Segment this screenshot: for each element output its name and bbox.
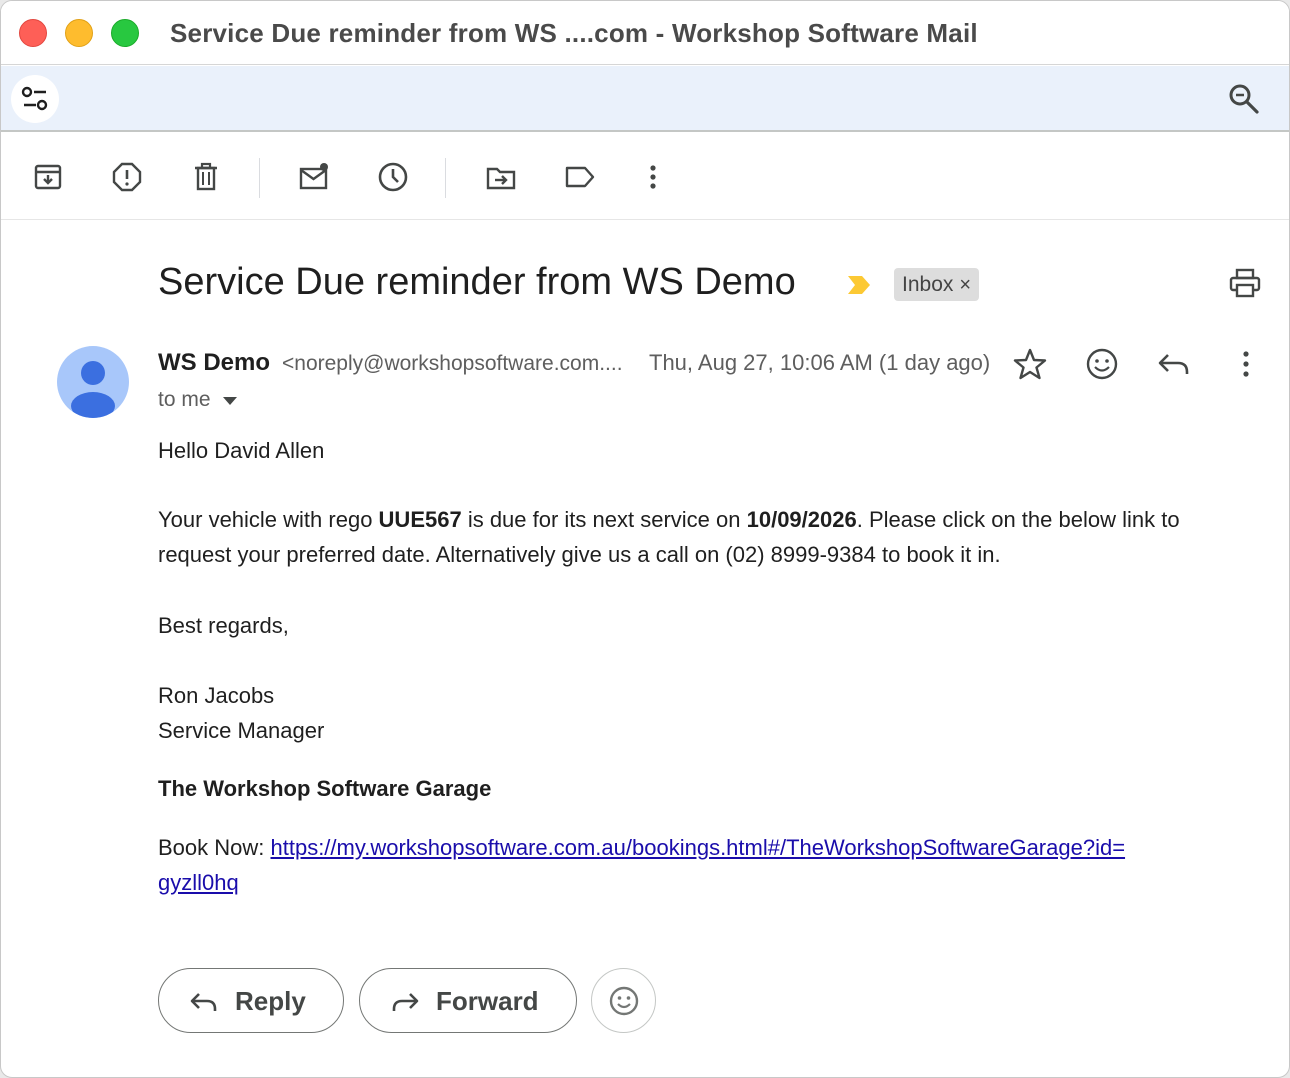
service-due-date: 10/09/2026 bbox=[746, 507, 857, 532]
reply-icon bbox=[1158, 354, 1189, 374]
signer-name: Ron Jacobs bbox=[158, 683, 275, 708]
person-icon bbox=[71, 361, 115, 418]
booking-line: Book Now: https://my.workshopsoftware.co… bbox=[158, 830, 1125, 865]
label-icon bbox=[565, 166, 595, 188]
zoom-window-button[interactable] bbox=[111, 19, 139, 47]
archive-button[interactable] bbox=[32, 161, 64, 193]
booking-label: Book Now: bbox=[158, 835, 271, 860]
title-bar: Service Due reminder from WS ....com - W… bbox=[1, 1, 1289, 65]
message-date: Thu, Aug 27, 10:06 AM (1 day ago) bbox=[649, 350, 991, 375]
message-toolbar bbox=[1, 134, 1289, 220]
body-paragraph: Your vehicle with rego UUE567 is due for… bbox=[158, 502, 1268, 572]
message-subject: Service Due reminder from WS Demo bbox=[158, 261, 796, 303]
search-options-button[interactable] bbox=[11, 75, 59, 123]
star-icon bbox=[1013, 348, 1047, 380]
message-more-button[interactable] bbox=[1228, 346, 1264, 382]
add-reaction-button[interactable] bbox=[1084, 346, 1120, 382]
booking-link[interactable]: gyzll0hq bbox=[158, 870, 239, 895]
search-icon bbox=[1229, 84, 1259, 114]
print-icon[interactable] bbox=[1228, 267, 1262, 299]
tune-icon bbox=[21, 86, 48, 111]
archive-icon bbox=[34, 164, 62, 190]
emoji-icon bbox=[609, 986, 639, 1016]
close-window-button[interactable] bbox=[19, 19, 47, 47]
sender-name[interactable]: WS Demo bbox=[158, 349, 270, 377]
reply-button-label: Reply bbox=[235, 986, 306, 1016]
sender-avatar[interactable] bbox=[57, 346, 129, 418]
toolbar-divider bbox=[445, 158, 446, 198]
important-marker-icon[interactable] bbox=[847, 275, 871, 295]
body-greeting: Hello David Allen bbox=[158, 438, 325, 463]
delete-button[interactable] bbox=[190, 161, 222, 193]
reply-button[interactable]: Reply bbox=[158, 968, 344, 1033]
minimize-window-button[interactable] bbox=[65, 19, 93, 47]
body-text-segment: . Please click on the below link to bbox=[856, 507, 1180, 532]
reply-icon bbox=[190, 993, 217, 1011]
search-bar bbox=[1, 66, 1289, 132]
trash-icon bbox=[195, 162, 217, 191]
company-name: The Workshop Software Garage bbox=[158, 771, 491, 806]
report-spam-button[interactable] bbox=[111, 161, 143, 193]
body-signoff: Best regards, bbox=[158, 613, 289, 638]
inbox-label-text: Inbox bbox=[902, 273, 954, 296]
more-options-button[interactable] bbox=[637, 161, 669, 193]
company-name-text: The Workshop Software Garage bbox=[158, 776, 492, 801]
more-vert-icon bbox=[650, 165, 656, 189]
body-paragraph-line: request your preferred date. Alternative… bbox=[158, 542, 1001, 567]
report-spam-icon bbox=[112, 162, 142, 192]
reply-header-button[interactable] bbox=[1156, 346, 1192, 382]
forward-button-label: Forward bbox=[436, 986, 539, 1016]
mark-unread-button[interactable] bbox=[298, 161, 330, 193]
booking-link[interactable]: https://my.workshopsoftware.com.au/booki… bbox=[271, 835, 1126, 860]
mail-window: Service Due reminder from WS ....com - W… bbox=[0, 0, 1290, 1078]
forward-button[interactable]: Forward bbox=[359, 968, 577, 1033]
remove-label-button[interactable]: × bbox=[959, 274, 971, 296]
emoji-reaction-button[interactable] bbox=[591, 968, 656, 1033]
body-text-segment: Your vehicle with rego bbox=[158, 507, 379, 532]
search-button[interactable] bbox=[1227, 82, 1261, 116]
snooze-button[interactable] bbox=[377, 161, 409, 193]
vehicle-rego: UUE567 bbox=[378, 507, 462, 532]
booking-line-2: gyzll0hq bbox=[158, 865, 239, 900]
move-to-button[interactable] bbox=[485, 161, 517, 193]
body-paragraph-line: Your vehicle with rego UUE567 is due for… bbox=[158, 502, 1268, 537]
body-text-segment: is due for its next service on bbox=[461, 507, 747, 532]
recipient-summary[interactable]: to me bbox=[158, 388, 211, 412]
sender-email: <noreply@workshopsoftware.com.... bbox=[282, 352, 623, 375]
signer-title: Service Manager bbox=[158, 718, 325, 743]
move-to-folder-icon bbox=[486, 167, 516, 190]
label-button[interactable] bbox=[564, 161, 596, 193]
forward-icon bbox=[392, 993, 419, 1011]
chevron-down-icon[interactable] bbox=[222, 396, 238, 406]
window-title: Service Due reminder from WS ....com - W… bbox=[170, 18, 978, 48]
toolbar-divider bbox=[259, 158, 260, 198]
emoji-icon bbox=[1086, 348, 1118, 380]
more-vert-icon bbox=[1243, 351, 1249, 377]
clock-icon bbox=[378, 162, 408, 192]
inbox-label-chip: Inbox × bbox=[894, 268, 980, 301]
star-button[interactable] bbox=[1012, 346, 1048, 382]
mark-unread-icon bbox=[299, 163, 328, 190]
